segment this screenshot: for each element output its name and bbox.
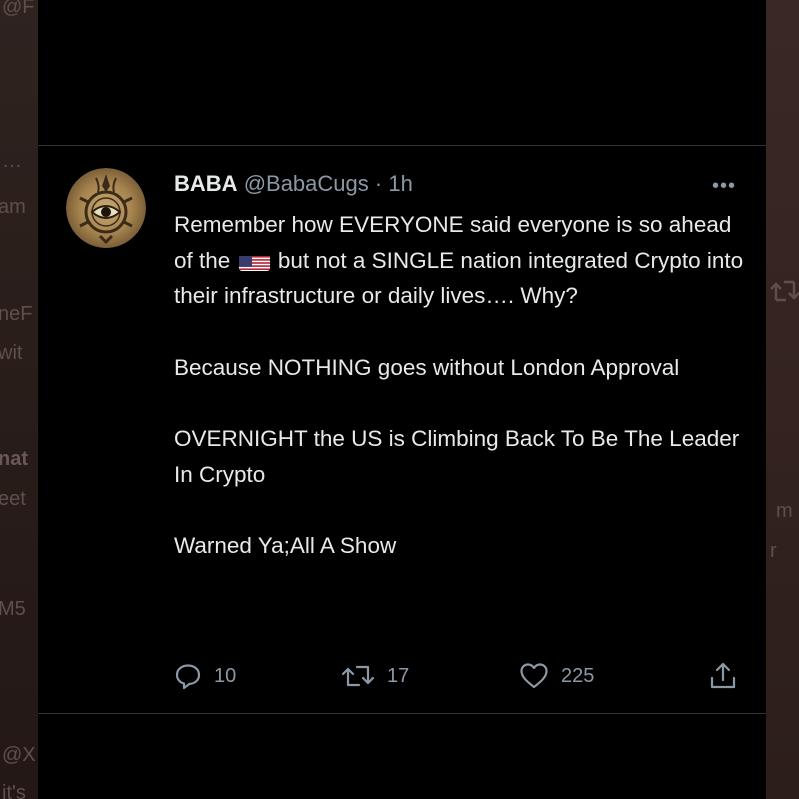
eye-emblem-icon [66, 168, 146, 248]
tweet-paragraph: Because NOTHING goes without London Appr… [174, 354, 680, 380]
retweet-count: 17 [387, 664, 410, 687]
bg-fragment: M5 [0, 598, 26, 620]
tweet-header: BABA @BabaCugs · 1h [174, 171, 413, 201]
author-handle[interactable]: @BabaCugs [244, 171, 369, 196]
retweet-icon [770, 280, 799, 302]
bg-fragment: it's [2, 782, 26, 799]
bg-fragment: neF [0, 303, 33, 325]
reply-icon [175, 664, 201, 690]
like-count: 225 [561, 664, 595, 687]
background-left: @F … am neF wit nat eet M5 @X it's [0, 0, 38, 799]
tweet-actions: 10 17 225 [174, 660, 744, 692]
like-button[interactable]: 225 [519, 660, 594, 692]
tweet-paragraph: OVERNIGHT the US is Climbing Back To Be … [174, 426, 740, 487]
tweet-paragraph: Remember how EVERYONE said everyone is s… [174, 207, 754, 314]
share-button[interactable] [708, 660, 738, 692]
us-flag-icon [238, 251, 270, 271]
bg-fragment: m [776, 500, 793, 522]
bg-fragment: am [0, 196, 26, 218]
more-options-button[interactable]: ••• [708, 175, 740, 197]
bg-fragment: eet [0, 488, 26, 510]
bg-fragment: … [2, 150, 22, 172]
retweet-icon [341, 665, 375, 687]
bg-fragment: wit [0, 342, 23, 364]
heart-icon [520, 663, 548, 689]
reply-button[interactable]: 10 [174, 660, 236, 692]
retweet-button[interactable]: 17 [341, 660, 409, 692]
divider [38, 145, 766, 146]
bg-fragment: @X [2, 744, 36, 766]
divider [38, 713, 766, 714]
author-name[interactable]: BABA [174, 171, 238, 196]
avatar[interactable] [66, 168, 146, 248]
tweet-text: Remember how EVERYONE said everyone is s… [174, 207, 754, 564]
separator: · [374, 171, 383, 196]
bg-fragment: nat [0, 448, 28, 470]
reply-count: 10 [214, 664, 237, 687]
share-icon [710, 662, 736, 689]
background-right: m r [766, 0, 799, 799]
bg-fragment: r [770, 540, 777, 562]
bg-fragment: @F [2, 0, 35, 18]
timestamp[interactable]: 1h [388, 171, 412, 196]
tweet-paragraph: Warned Ya;All A Show [174, 533, 397, 559]
